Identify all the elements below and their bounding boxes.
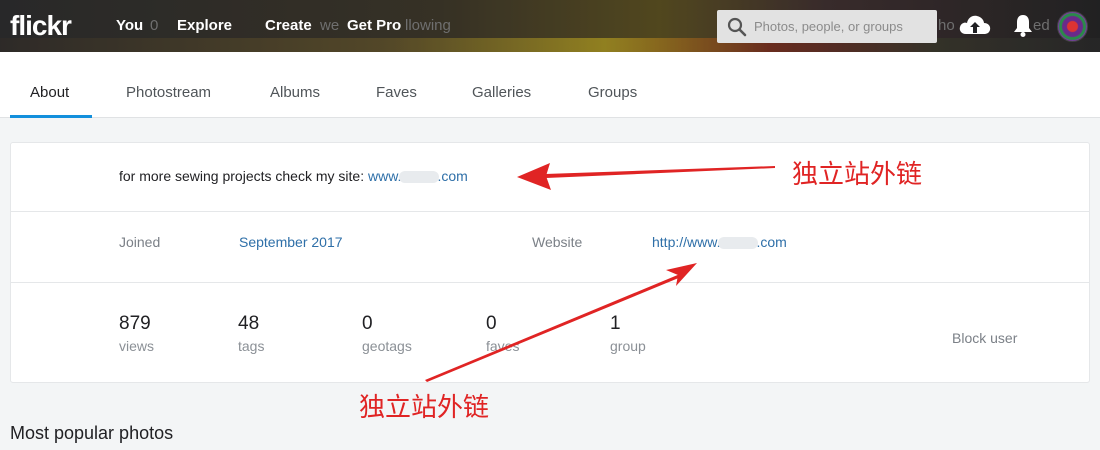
description-link-end: .com <box>437 168 468 184</box>
stat-views-label: views <box>119 338 155 354</box>
cover-text: 0 <box>150 17 159 34</box>
details-row: Joined September 2017 Website http://www… <box>11 212 1089 283</box>
tab-photostream[interactable]: Photostream <box>126 84 211 101</box>
cover-text: ho <box>938 17 955 34</box>
stat-groups-count: 1 <box>610 313 621 334</box>
stat-geotags-label: geotags <box>362 338 412 354</box>
profile-description: for more sewing projects check my site: … <box>119 168 468 184</box>
nav-get-pro[interactable]: Get Pro <box>347 17 401 34</box>
redacted-blur <box>399 171 440 184</box>
annotation-label: 独立站外链 <box>792 160 923 190</box>
profile-subnav: About Photostream Albums Faves Galleries… <box>0 52 1100 118</box>
tab-about[interactable]: About <box>30 84 69 101</box>
website-link-start: http://www. <box>652 234 721 250</box>
upload-icon[interactable] <box>958 12 992 38</box>
stat-geotags-count: 0 <box>362 313 373 334</box>
website-link[interactable]: http://www. .com <box>652 234 787 250</box>
search-input[interactable]: Photos, people, or groups <box>754 19 903 34</box>
cover-text: ed <box>1033 17 1050 34</box>
most-popular-heading: Most popular photos <box>10 423 174 443</box>
annotation-label: 独立站外链 <box>359 393 490 423</box>
cover-text: we <box>320 17 340 34</box>
website-label: Website <box>532 234 583 250</box>
nav-create[interactable]: Create <box>265 17 312 34</box>
nav-you[interactable]: You <box>116 17 143 34</box>
stat-faves-count: 0 <box>486 313 497 334</box>
description-link-start: www. <box>367 168 402 184</box>
tab-groups[interactable]: Groups <box>588 84 637 101</box>
block-user-button[interactable]: Block user <box>952 330 1017 346</box>
tab-galleries[interactable]: Galleries <box>472 84 531 101</box>
tab-albums[interactable]: Albums <box>270 84 320 101</box>
nav-explore[interactable]: Explore <box>177 17 232 34</box>
stat-tags-label: tags <box>238 338 265 354</box>
global-header: 0 we llowing ho ed flickr You Explore Cr… <box>0 0 1100 52</box>
redacted-blur <box>718 237 759 250</box>
active-tab-indicator <box>10 115 92 118</box>
description-row: for more sewing projects check my site: … <box>11 143 1089 212</box>
notifications-bell-icon[interactable] <box>1012 13 1034 38</box>
search-box[interactable]: Photos, people, or groups <box>717 10 937 43</box>
joined-value: September 2017 <box>239 234 343 250</box>
stat-views-count: 879 <box>119 313 151 334</box>
cover-text: llowing <box>405 17 451 34</box>
stat-groups-label: group <box>610 338 646 354</box>
description-text: for more sewing projects check my site: <box>119 168 368 184</box>
flickr-logo[interactable]: flickr <box>10 10 72 42</box>
website-link-end: .com <box>756 234 787 250</box>
user-avatar[interactable] <box>1057 11 1088 42</box>
joined-label: Joined <box>119 234 161 250</box>
stat-faves-label: faves <box>486 338 520 354</box>
description-site-link[interactable]: www. .com <box>368 168 468 184</box>
about-card: for more sewing projects check my site: … <box>10 142 1090 383</box>
search-icon <box>727 17 747 37</box>
tab-faves[interactable]: Faves <box>376 84 417 101</box>
stat-tags-count: 48 <box>238 313 260 334</box>
